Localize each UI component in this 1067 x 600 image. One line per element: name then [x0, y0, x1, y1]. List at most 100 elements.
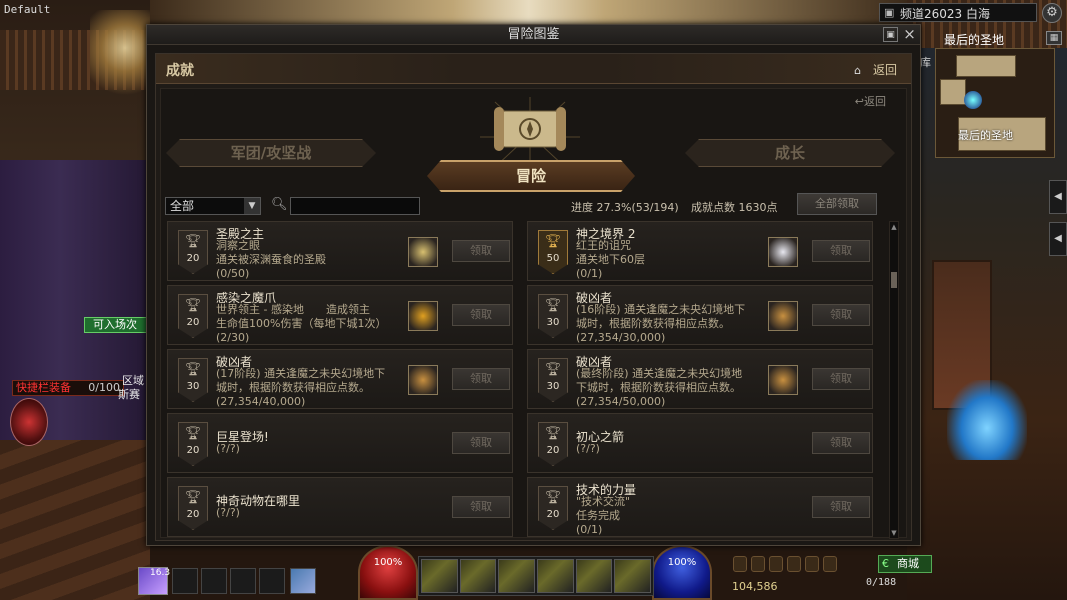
close-icon[interactable]: ×	[902, 27, 917, 42]
expand-arrow-icon[interactable]: ◀	[1049, 180, 1067, 214]
emblem-icon[interactable]	[408, 365, 438, 395]
claim-button[interactable]: 领取	[812, 304, 870, 326]
tab-legion-raid[interactable]: 军团/攻坚战	[166, 139, 376, 167]
chevron-down-icon[interactable]: ▼	[244, 198, 260, 214]
trophy-badge: 🏆︎ 20	[538, 486, 568, 530]
tab-label: 成长	[774, 144, 805, 162]
achievement-description: (16阶段) 通关逢魔之未央幻境地下 城时，根据阶数获得相应点数。	[576, 303, 746, 330]
achievement-card: 🏆︎ 50 神之境界 2 红王的诅咒 通关地下60层 (0/1) 领取	[527, 221, 873, 281]
achievement-progress: (27,354/30,000)	[576, 331, 666, 344]
scrollbar[interactable]: ▲ ▼	[889, 221, 899, 539]
trophy-icon: 🏆︎	[184, 362, 202, 377]
menu-icon[interactable]	[769, 556, 783, 572]
item-slot[interactable]	[259, 568, 285, 594]
minimap-side-label: 库	[920, 56, 931, 69]
quick-equip-bar[interactable]: 快捷栏装备 0/100	[12, 380, 124, 396]
achievement-description: (17阶段) 通关逢魔之未央幻境地下 城时，根据阶数获得相应点数。	[216, 367, 386, 394]
achievement-card: 🏆︎ 20 巨星登场! (?/?) 领取	[167, 413, 513, 473]
tab-growth[interactable]: 成长	[685, 139, 895, 167]
claim-button[interactable]: 领取	[812, 496, 870, 518]
achievement-points-value: 30	[546, 317, 560, 328]
achievement-progress: (?/?)	[216, 506, 240, 519]
quick-equip-label: 快捷栏装备	[16, 381, 71, 394]
menu-icon[interactable]	[787, 556, 801, 572]
emblem-icon[interactable]	[768, 365, 798, 395]
skill-slot[interactable]	[614, 559, 652, 593]
achievement-progress: (0/1)	[576, 523, 603, 536]
expand-arrow-icon[interactable]: ◀	[1049, 222, 1067, 256]
shop-button[interactable]: € 商城	[878, 555, 932, 573]
adventure-codex-window: 冒险图鉴 ▣ × 成就 ⌂ 返回 ↩返回 军团/攻坚战 成长 冒险 全部 ▼ 🔍…	[146, 24, 921, 546]
trophy-badge: 🏆︎ 20	[538, 422, 568, 466]
claim-button[interactable]: 领取	[452, 240, 510, 262]
achievements-panel: ↩返回 军团/攻坚战 成长 冒险 全部 ▼ 🔍︎ 进度 27.3%(53/194…	[160, 88, 907, 539]
skill-slot[interactable]	[575, 559, 613, 593]
map-toggle-icon[interactable]: ▦	[1046, 31, 1062, 45]
achievement-card: 🏆︎ 20 技术的力量 "技术交流" 任务完成 (0/1) 领取	[527, 477, 873, 537]
item-slot[interactable]	[230, 568, 256, 594]
claim-button[interactable]: 领取	[812, 432, 870, 454]
menu-icon[interactable]	[751, 556, 765, 572]
back-label: 返回	[872, 63, 897, 77]
claim-button[interactable]: 领取	[452, 432, 510, 454]
achievement-points-value: 50	[546, 253, 560, 264]
achievement-points-value: 30	[186, 381, 200, 392]
mp-text: 100%	[667, 557, 697, 568]
character-level-slot[interactable]: 16.3	[138, 567, 170, 595]
trophy-badge: 🏆︎ 30	[538, 294, 568, 338]
fatigue-counter: 0/188	[866, 577, 897, 588]
item-slot[interactable]	[290, 568, 316, 594]
channel-text: 频道26023 白海	[900, 7, 990, 21]
letter-icon[interactable]	[768, 237, 798, 267]
menu-icon[interactable]	[805, 556, 819, 572]
category-filter-dropdown[interactable]: 全部 ▼	[165, 197, 261, 215]
achievement-card: 🏆︎ 30 破凶者 (16阶段) 通关逢魔之未央幻境地下 城时，根据阶数获得相应点数。…	[527, 285, 873, 345]
dungeon-portal[interactable]	[947, 380, 1027, 460]
restore-icon[interactable]: ▣	[883, 27, 898, 42]
trophy-badge: 🏆︎ 30	[538, 358, 568, 402]
item-slot[interactable]	[201, 568, 227, 594]
sub-back-button[interactable]: ↩返回	[855, 93, 886, 109]
avatar[interactable]	[10, 398, 48, 446]
achievement-description: 世界领主 - 感染地 造成领主 生命值100%伤害（每地下城1次）	[216, 303, 387, 330]
skill-slot[interactable]	[459, 559, 497, 593]
skill-slot[interactable]	[421, 559, 458, 593]
claim-button[interactable]: 领取	[812, 368, 870, 390]
claim-button[interactable]: 领取	[452, 496, 510, 518]
gold-star-icon[interactable]	[408, 301, 438, 331]
trophy-badge: 🏆︎ 20	[178, 294, 208, 338]
scroll-compass-icon	[480, 97, 580, 167]
trophy-badge: 🏆︎ 20	[178, 422, 208, 466]
achievement-points-value: 20	[186, 253, 200, 264]
item-slot[interactable]	[172, 568, 198, 594]
home-icon[interactable]: ⌂	[854, 64, 861, 77]
skill-slot[interactable]	[498, 559, 536, 593]
search-icon: 🔍︎	[271, 197, 288, 212]
map-scroll-icon[interactable]	[408, 237, 438, 267]
claim-button[interactable]: 领取	[452, 304, 510, 326]
skill-slot[interactable]	[537, 559, 574, 593]
achievement-progress: (0/1)	[576, 267, 603, 280]
achievement-points-value: 20	[186, 317, 200, 328]
scrollbar-thumb[interactable]	[891, 272, 897, 288]
claim-button[interactable]: 领取	[812, 240, 870, 262]
menu-icon[interactable]	[823, 556, 837, 572]
window-titlebar[interactable]: 冒险图鉴 ▣ ×	[147, 25, 920, 45]
search-input[interactable]	[290, 197, 420, 215]
claim-all-button[interactable]: 全部领取	[797, 193, 877, 215]
minimap[interactable]: 最后的圣地	[935, 48, 1055, 158]
channel-indicator[interactable]: ▣ 频道26023 白海	[879, 3, 1037, 22]
system-menu-icons[interactable]	[733, 556, 837, 572]
emblem-icon[interactable]	[768, 301, 798, 331]
scroll-down-icon[interactable]: ▼	[890, 528, 898, 538]
settings-icon[interactable]: ⚙	[1042, 3, 1062, 23]
achievement-card: 🏆︎ 20 初心之箭 (?/?) 领取	[527, 413, 873, 473]
claim-button[interactable]: 领取	[452, 368, 510, 390]
tab-adventure[interactable]: 冒险	[427, 160, 635, 192]
achievement-description: 洞察之眼 通关被深渊蚕食的圣殿	[216, 239, 326, 266]
back-button[interactable]: ⌂ 返回	[854, 61, 897, 78]
menu-icon[interactable]	[733, 556, 747, 572]
scroll-up-icon[interactable]: ▲	[890, 222, 898, 232]
skill-bar[interactable]	[418, 556, 654, 596]
minimap-room	[956, 55, 1016, 77]
